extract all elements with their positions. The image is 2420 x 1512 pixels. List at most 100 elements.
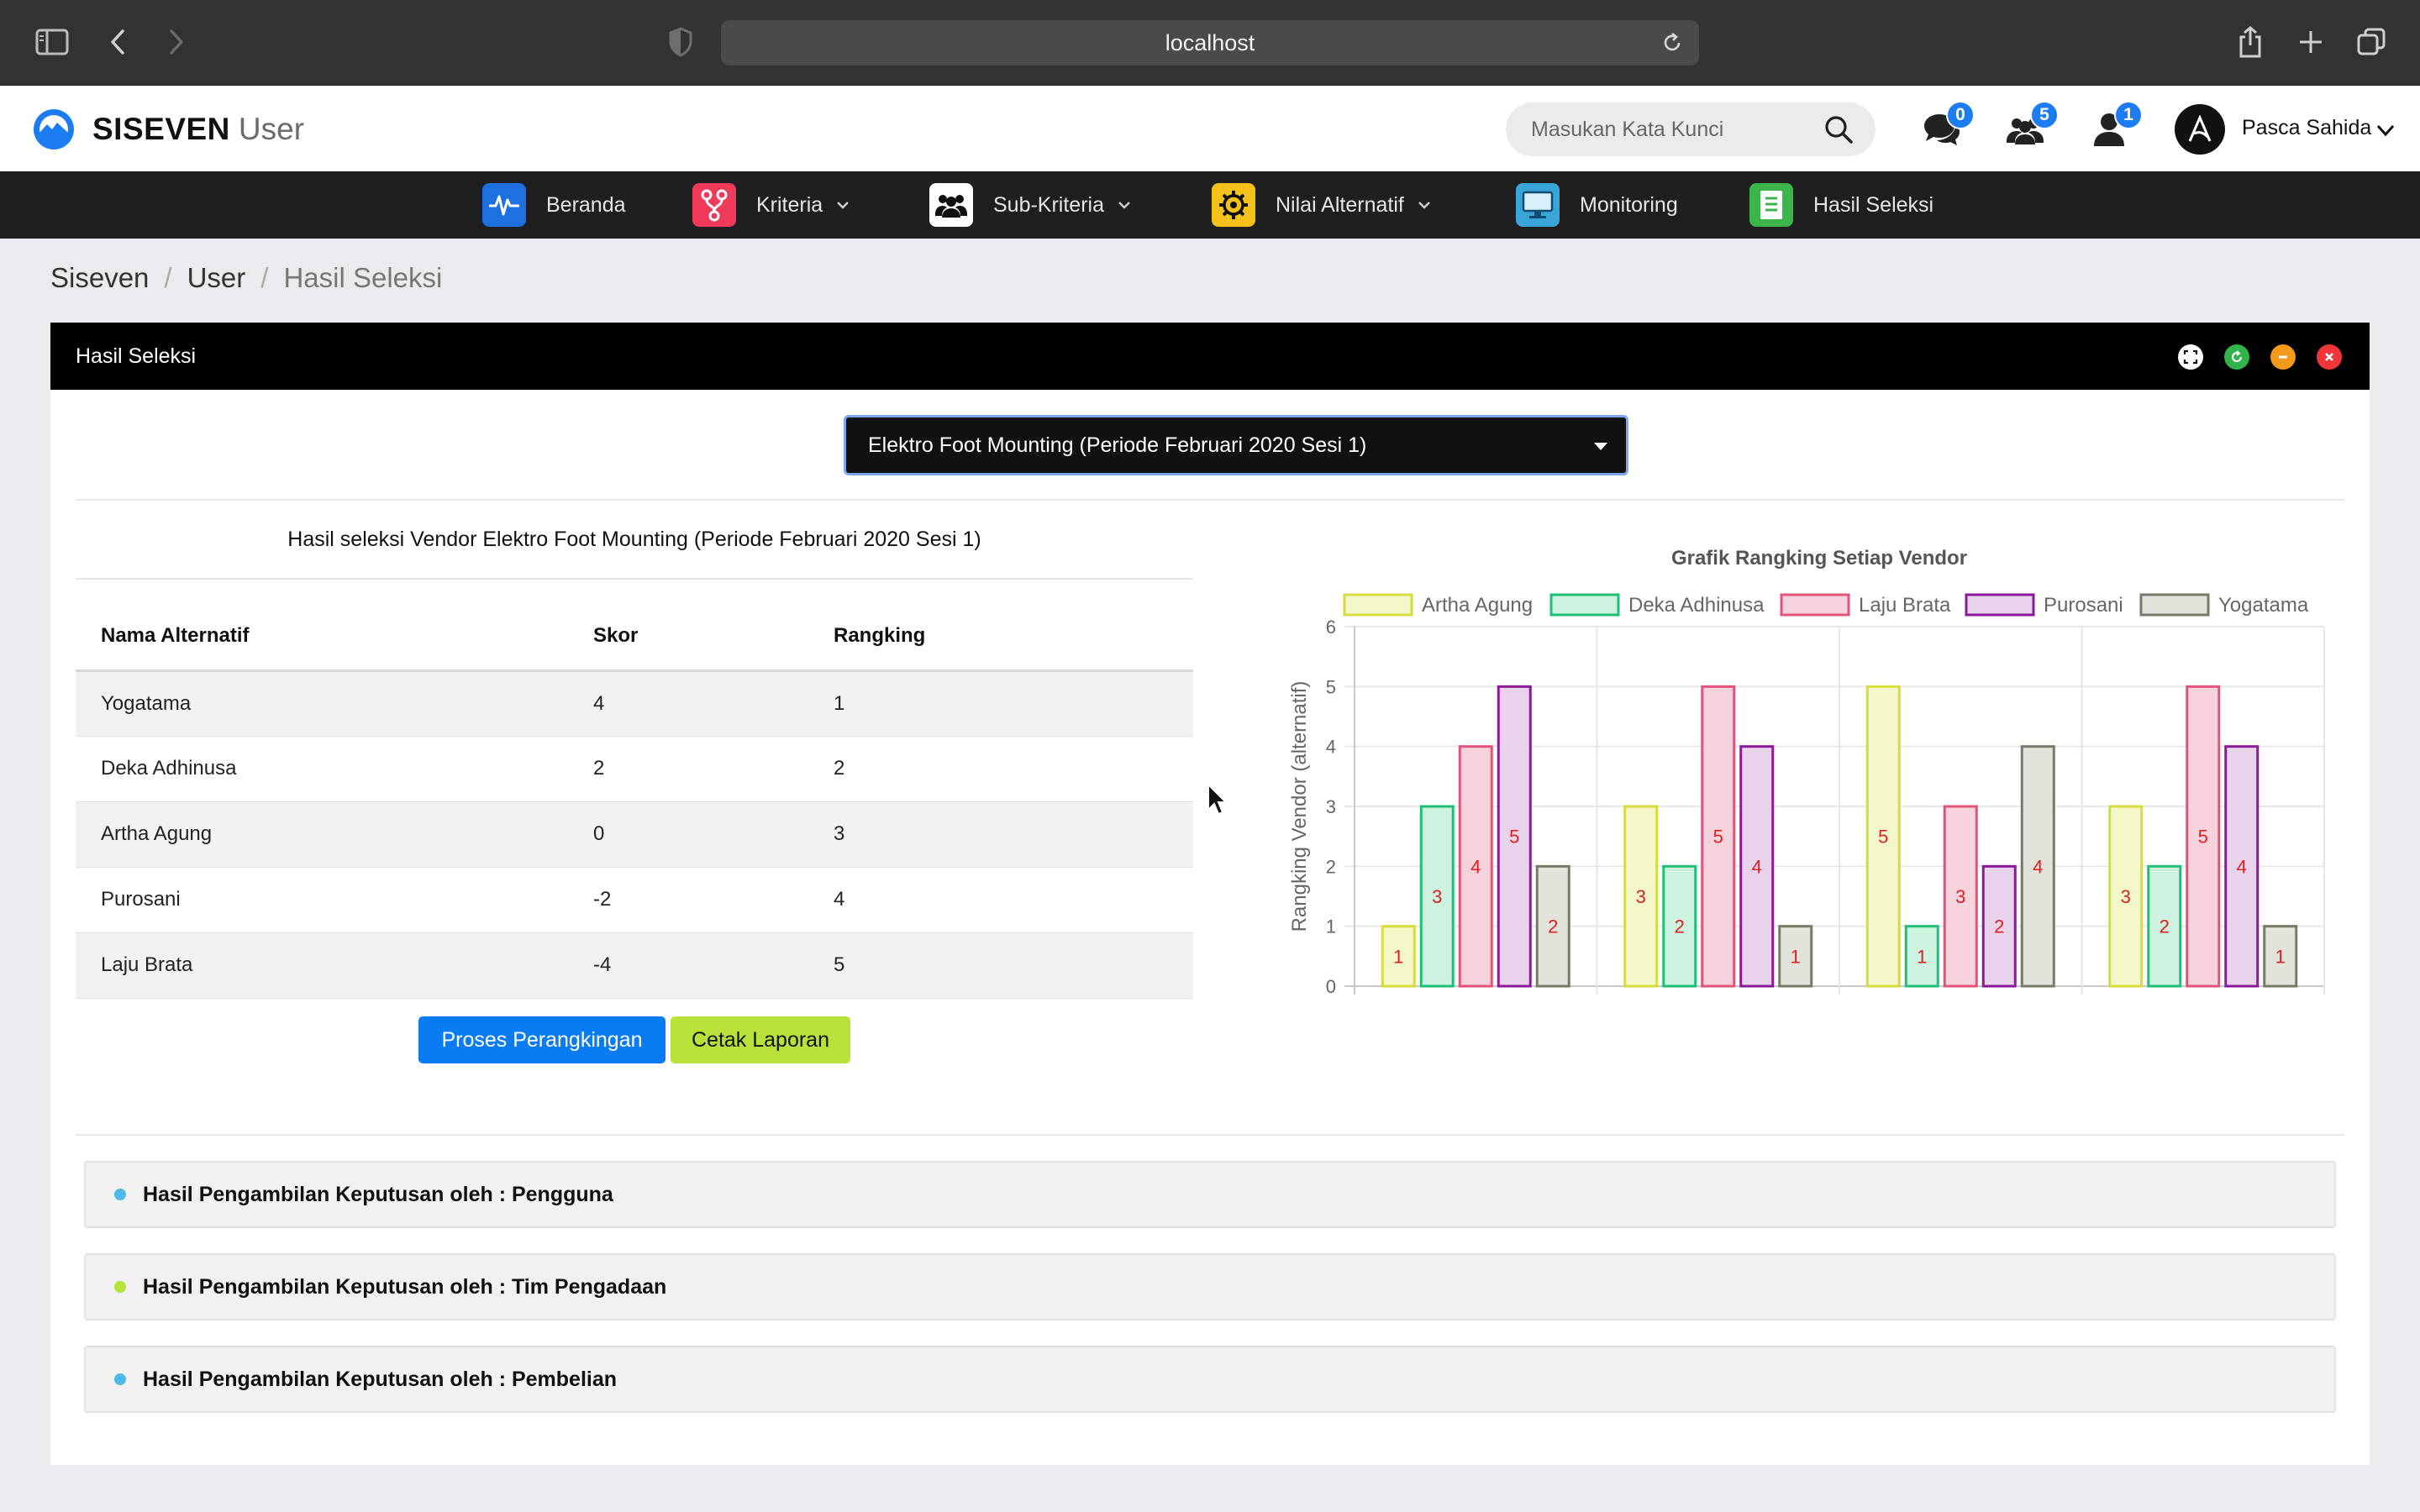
proses-perangkingan-button[interactable]: Proses Perangkingan — [418, 1016, 666, 1063]
chart-title: Grafik Rangking Setiap Vendor — [1671, 547, 1967, 570]
main-nav: Beranda Kriteria Sub-Kriteria Nilai Alte… — [0, 171, 2420, 239]
bar-value-label: 1 — [1791, 946, 1801, 967]
bullet-dot-icon — [114, 1189, 126, 1200]
period-select[interactable]: Elektro Foot Mounting (Periode Februari … — [844, 415, 1628, 475]
close-button[interactable] — [2317, 344, 2342, 370]
sidebar-toggle-icon[interactable] — [32, 22, 72, 62]
user-notifications-button[interactable]: 1 — [2089, 101, 2143, 151]
breadcrumb-current: Hasil Seleksi — [283, 262, 443, 293]
breadcrumb: Siseven / User / Hasil Seleksi — [50, 262, 442, 294]
legend-label: Laju Brata — [1859, 594, 1951, 617]
table-row: Deka Adhinusa 2 2 — [76, 736, 1193, 802]
accordion-tim-pengadaan[interactable]: Hasil Pengambilan Keputusan oleh : Tim P… — [84, 1253, 2336, 1320]
minus-icon — [2279, 355, 2287, 359]
accordion-pembelian[interactable]: Hasil Pengambilan Keputusan oleh : Pembe… — [84, 1346, 2336, 1413]
bar-value-label: 3 — [1636, 886, 1646, 907]
legend-label: Artha Agung — [1422, 594, 1533, 617]
user-badge: 1 — [2114, 101, 2143, 129]
y-tick-label: 1 — [1326, 916, 1336, 937]
divider — [76, 1134, 2344, 1136]
nav-item-monitoring[interactable]: Monitoring — [1516, 183, 1678, 227]
reload-icon[interactable] — [1660, 31, 1684, 55]
legend-label: Purosani — [2044, 594, 2123, 617]
new-tab-icon[interactable] — [2291, 22, 2331, 62]
accordion-pengguna[interactable]: Hasil Pengambilan Keputusan oleh : Pengg… — [84, 1161, 2336, 1228]
fullscreen-button[interactable] — [2178, 344, 2203, 370]
collapse-button[interactable] — [2270, 344, 2296, 370]
nav-item-beranda[interactable]: Beranda — [482, 183, 626, 227]
bar-value-label: 5 — [1713, 827, 1723, 848]
bar-value-label: 2 — [1675, 916, 1685, 937]
breadcrumb-user[interactable]: User — [187, 262, 246, 294]
cell-skor: 0 — [593, 801, 834, 868]
cell-skor: 4 — [593, 670, 834, 737]
result-title: Hasil seleksi Vendor Elektro Foot Mounti… — [287, 528, 981, 551]
column-header-rangking[interactable]: Rangking — [834, 603, 1193, 672]
legend-label: Deka Adhinusa — [1628, 594, 1765, 617]
nav-item-hasil-seleksi[interactable]: Hasil Seleksi — [1749, 183, 1933, 227]
table-row: Laju Brata -4 5 — [76, 932, 1193, 999]
card-title: Hasil Seleksi — [76, 344, 197, 368]
search-icon[interactable] — [1823, 114, 1854, 144]
share-icon[interactable] — [2230, 22, 2270, 62]
y-axis-title: Rangking Vendor (alternatif) — [1288, 681, 1311, 932]
messages-badge: 0 — [1946, 101, 1975, 129]
search-input[interactable] — [1531, 114, 1808, 144]
tab-overview-icon[interactable] — [2351, 22, 2391, 62]
search-box — [1506, 102, 1876, 156]
y-tick-label: 3 — [1326, 796, 1336, 817]
cell-rangking: 2 — [834, 736, 1193, 802]
y-tick-label: 6 — [1326, 617, 1336, 638]
url-text: localhost — [1165, 29, 1255, 55]
monitor-icon — [1516, 183, 1560, 227]
cell-nama: Yogatama — [76, 670, 593, 737]
username[interactable]: Pasca Sahida — [2242, 116, 2371, 140]
ranking-chart: Grafik Rangking Setiap Vendor Artha Agung… — [1210, 524, 2370, 1063]
divider — [76, 499, 2344, 501]
cell-rangking: 1 — [834, 670, 1193, 737]
address-bar[interactable]: localhost — [721, 20, 1699, 66]
cetak-laporan-button[interactable]: Cetak Laporan — [671, 1016, 850, 1063]
bar-value-label: 1 — [1393, 946, 1403, 967]
y-tick-label: 5 — [1326, 676, 1336, 697]
bar-value-label: 4 — [1752, 856, 1762, 877]
cell-nama: Purosani — [76, 867, 593, 933]
caret-down-icon — [1594, 443, 1607, 450]
chevron-down-icon[interactable] — [2375, 119, 2396, 141]
column-header-nama[interactable]: Nama Alternatif — [76, 603, 593, 672]
brand[interactable]: SISEVEN User — [32, 106, 304, 153]
cell-rangking: 3 — [834, 801, 1193, 868]
groups-button[interactable]: 5 — [2005, 101, 2059, 151]
bar-value-label: 5 — [1509, 827, 1519, 848]
breadcrumb-siseven[interactable]: Siseven — [50, 262, 149, 294]
y-tick-label: 2 — [1326, 856, 1336, 877]
document-icon — [1749, 183, 1793, 227]
chevron-down-icon — [1118, 202, 1130, 209]
nav-label: Nilai Alternatif — [1276, 192, 1404, 217]
nav-item-kriteria[interactable]: Kriteria — [692, 183, 851, 227]
bar-value-label: 1 — [1917, 946, 1927, 967]
avatar[interactable] — [2175, 104, 2225, 155]
privacy-shield-icon[interactable] — [660, 22, 701, 62]
mouse-cursor-icon — [1207, 783, 1228, 816]
nav-label: Kriteria — [756, 192, 823, 217]
brand-name: SISEVEN — [92, 112, 230, 146]
period-select-value: Elektro Foot Mounting (Periode Februari … — [868, 433, 1367, 457]
nav-item-sub-kriteria[interactable]: Sub-Kriteria — [929, 183, 1133, 227]
brand-logo-icon — [34, 109, 74, 150]
messages-button[interactable]: 0 — [1921, 101, 1975, 151]
back-arrow-icon[interactable] — [97, 22, 138, 62]
card-header: Hasil Seleksi — [50, 323, 2370, 390]
refresh-button[interactable] — [2224, 344, 2249, 370]
forward-arrow-icon[interactable] — [156, 22, 197, 62]
column-header-skor[interactable]: Skor — [593, 603, 834, 672]
y-tick-label: 0 — [1326, 976, 1336, 995]
y-tick-label: 4 — [1326, 737, 1336, 758]
bar-value-label: 4 — [1470, 856, 1481, 877]
table-row: Artha Agung 0 3 — [76, 801, 1193, 868]
nav-label: Sub-Kriteria — [993, 192, 1104, 217]
cell-nama: Artha Agung — [76, 801, 593, 868]
bar-value-label: 3 — [2121, 886, 2131, 907]
table-row: Yogatama 4 1 — [76, 670, 1193, 737]
nav-item-nilai-alternatif[interactable]: Nilai Alternatif — [1212, 183, 1433, 227]
